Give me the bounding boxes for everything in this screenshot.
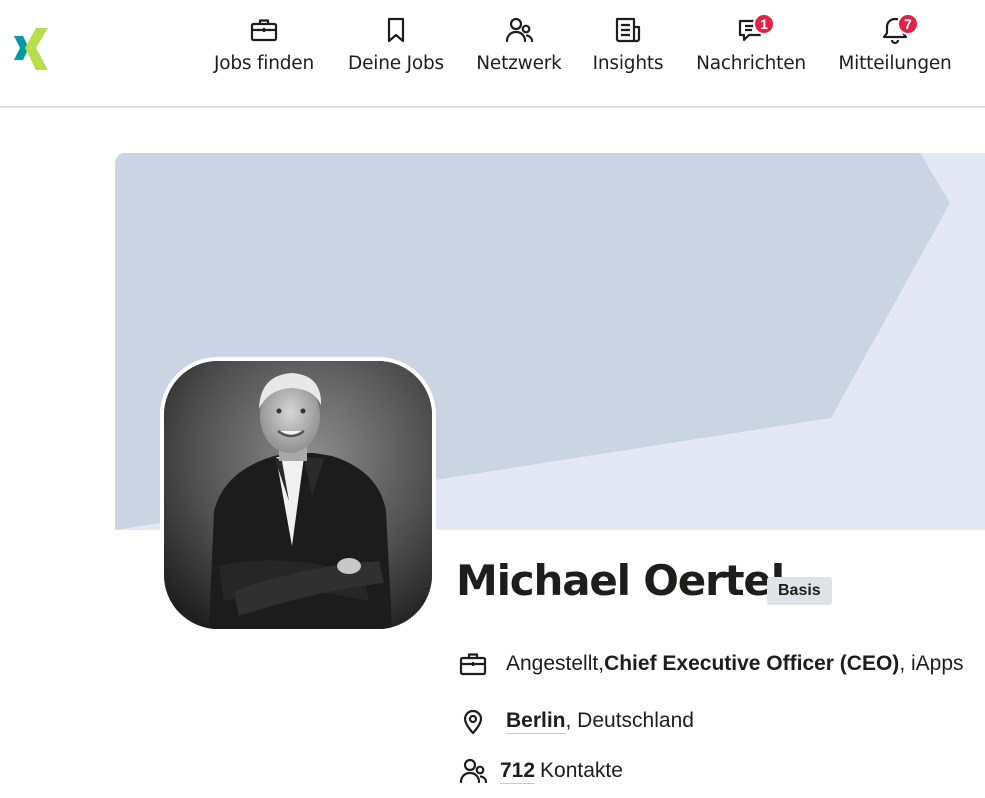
briefcase-icon	[249, 15, 279, 49]
people-icon	[458, 756, 488, 786]
contacts-count[interactable]: 712	[500, 759, 536, 784]
nav-label: Jobs finden	[213, 53, 315, 74]
nav-label: Nachrichten	[696, 53, 806, 74]
briefcase-icon	[458, 649, 488, 679]
location-city[interactable]: Berlin	[506, 709, 566, 734]
xing-logo[interactable]	[12, 24, 54, 72]
location-country: , Deutschland	[565, 709, 694, 732]
nav-item-nachrichten[interactable]: 1 Nachrichten	[694, 13, 808, 84]
membership-badge: Basis	[767, 577, 832, 605]
nav-item-jobs-finden[interactable]: Jobs finden	[212, 14, 316, 84]
profile-photo[interactable]	[160, 357, 436, 633]
company-name[interactable]: , iApps	[899, 652, 963, 676]
nav-item-netzwerk[interactable]: Netzwerk	[475, 14, 563, 84]
bookmark-icon	[381, 15, 411, 49]
nav-label: Deine Jobs	[348, 53, 444, 74]
location-pin-icon	[458, 706, 488, 736]
nav-label: Netzwerk	[476, 53, 562, 74]
unread-messages-badge: 1	[753, 13, 775, 35]
nav-label: Insights	[592, 53, 664, 74]
top-navigation-bar: Jobs finden Deine Jobs Netzwerk Insights…	[0, 0, 985, 108]
notifications-badge: 7	[897, 13, 919, 35]
newspaper-icon	[613, 15, 643, 49]
employment-row: Angestellt, Chief Executive Officer (CEO…	[458, 647, 964, 681]
location-row: Berlin, Deutschland	[458, 704, 694, 738]
nav-label: Mitteilungen	[838, 53, 952, 74]
people-icon	[504, 15, 534, 49]
employment-status: Angestellt,	[506, 652, 605, 675]
nav-item-mitteilungen[interactable]: 7 Mitteilungen	[836, 13, 954, 84]
avatar	[164, 361, 432, 629]
nav-item-deine-jobs[interactable]: Deine Jobs	[346, 14, 446, 84]
nav-item-insights[interactable]: Insights	[591, 14, 665, 84]
profile-name: Michael Oertel	[456, 556, 785, 605]
contacts-label: Kontakte	[540, 759, 623, 782]
job-title: Chief Executive Officer (CEO)	[604, 652, 900, 675]
contacts-row: 712 Kontakte	[458, 754, 623, 788]
